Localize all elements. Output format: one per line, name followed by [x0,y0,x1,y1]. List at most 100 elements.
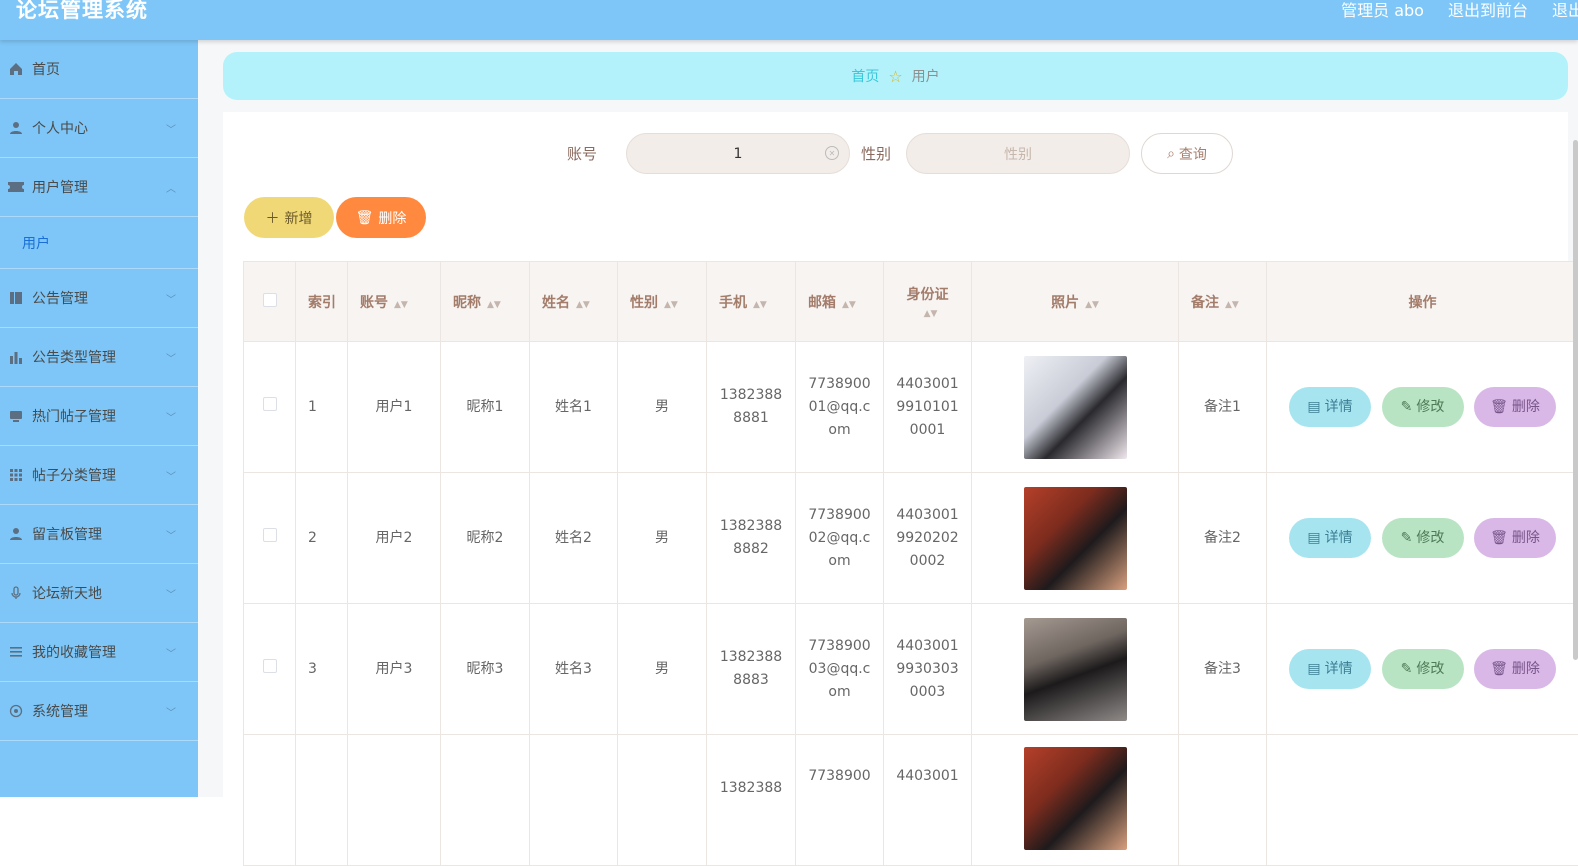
col-phone[interactable]: 手机▲▼ [707,262,796,342]
detail-button[interactable]: ▤详情 [1289,649,1371,689]
cell-nickname [441,735,530,866]
sort-icon[interactable]: ▲▼ [1085,300,1099,310]
row-delete-button[interactable]: 🗑删除 [1474,387,1556,427]
sidebar-item-notice-type[interactable]: 公告类型管理 ﹀ [0,328,198,387]
sort-icon[interactable]: ▲▼ [576,300,590,310]
scrollbar[interactable] [1573,140,1578,660]
detail-button[interactable]: ▤详情 [1289,518,1371,558]
sidebar-item-system[interactable]: 系统管理 ﹀ [0,682,198,741]
col-idcard[interactable]: 身份证▲▼ [884,262,972,342]
back-to-front-link[interactable]: 退出到前台 [1448,0,1528,21]
cell-email: 7738900 [796,735,884,866]
row-checkbox[interactable] [263,528,277,542]
pencil-icon: ✎ [1401,396,1413,419]
table-row: 3 用户3 昵称3 姓名3 男 13823888883 773890003@qq… [244,604,1578,735]
batch-delete-button[interactable]: 🗑 删除 [336,197,426,238]
cell-nickname: 昵称3 [441,604,530,735]
edit-button[interactable]: ✎修改 [1382,518,1464,558]
col-name[interactable]: 姓名▲▼ [530,262,618,342]
sidebar-item-label: 论坛新天地 [32,583,102,603]
col-label: 昵称 [453,295,481,311]
edit-button[interactable]: ✎修改 [1382,387,1464,427]
col-note[interactable]: 备注▲▼ [1179,262,1267,342]
gender-label: 性别 [861,143,891,164]
cell-phone: 13823888882 [707,473,796,604]
delete-label: 删除 [1512,658,1540,681]
chevron-down-icon: ﹀ [166,704,176,719]
user-photo[interactable] [1024,356,1127,459]
chevron-down-icon: ﹀ [166,645,176,660]
breadcrumb-home[interactable]: 首页 [851,66,879,86]
sidebar-item-favorites[interactable]: 我的收藏管理 ﹀ [0,623,198,682]
delete-label: 删除 [1512,527,1540,550]
sort-icon[interactable]: ▲▼ [842,300,856,310]
email-text: 773890003@qq.com [808,635,872,704]
user-photo[interactable] [1024,747,1127,850]
row-select-cell[interactable] [244,735,296,866]
clear-icon[interactable]: ✕ [825,146,839,160]
cell-account: 用户3 [348,604,441,735]
row-delete-button[interactable]: 🗑删除 [1474,649,1556,689]
sort-icon[interactable]: ▲▼ [924,309,938,319]
edit-button[interactable]: ✎修改 [1382,649,1464,689]
idcard-text: 440300199303030003 [896,635,960,704]
sidebar-item-label: 个人中心 [32,118,88,138]
sidebar-item-user-mgmt[interactable]: 用户管理 ︿ [0,158,198,217]
row-select-cell[interactable] [244,342,296,473]
sidebar: 首页 个人中心 ﹀ 用户管理 ︿ 用户 公告管理 ﹀ 公告类型管理 ﹀ 热门帖子… [0,40,198,797]
sort-icon[interactable]: ▲▼ [394,300,408,310]
select-all-cell[interactable] [244,262,296,342]
sidebar-item-label: 首页 [32,59,60,79]
add-button[interactable]: ＋ 新增 [244,197,334,238]
sidebar-item-users[interactable]: 用户 [0,217,198,269]
sidebar-item-message-board[interactable]: 留言板管理 ﹀ [0,505,198,564]
gender-select[interactable]: 性别 [906,133,1130,174]
sidebar-item-hot-posts[interactable]: 热门帖子管理 ﹀ [0,387,198,446]
trash-icon: 🗑 [1490,396,1508,419]
idcard-text: 4403001 [896,765,960,788]
cell-name: 姓名1 [530,342,618,473]
sidebar-item-forum-world[interactable]: 论坛新天地 ﹀ [0,564,198,623]
col-label: 账号 [360,295,388,311]
sidebar-item-label: 用户管理 [32,177,88,197]
detail-label: 详情 [1325,396,1353,419]
col-account[interactable]: 账号 ▲▼ [348,262,441,342]
col-nickname[interactable]: 昵称 ▲▼ [441,262,530,342]
cell-idcard: 440300199303030003 [884,604,972,735]
query-button[interactable]: ⌕ 查询 [1141,133,1233,174]
row-checkbox[interactable] [263,659,277,673]
cell-note: 备注1 [1179,342,1267,473]
sidebar-item-home[interactable]: 首页 [0,40,198,99]
sidebar-item-post-category[interactable]: 帖子分类管理 ﹀ [0,446,198,505]
col-gender[interactable]: 性别▲▼ [618,262,707,342]
logout-link[interactable]: 退出 [1552,0,1578,21]
row-checkbox[interactable] [263,397,277,411]
sort-icon[interactable]: ▲▼ [1225,300,1239,310]
ticket-icon [8,179,24,195]
cell-idcard: 440300199202020002 [884,473,972,604]
detail-button[interactable]: ▤详情 [1289,387,1371,427]
select-all-checkbox[interactable] [263,293,277,307]
col-photo[interactable]: 照片▲▼ [972,262,1179,342]
col-email[interactable]: 邮箱▲▼ [796,262,884,342]
book-icon [8,290,24,306]
cell-ops [1267,735,1578,866]
sidebar-item-notice[interactable]: 公告管理 ﹀ [0,269,198,328]
row-delete-button[interactable]: 🗑删除 [1474,518,1556,558]
row-select-cell[interactable] [244,473,296,604]
user-photo[interactable] [1024,618,1127,721]
pencil-icon: ✎ [1401,527,1413,550]
sidebar-item-profile[interactable]: 个人中心 ﹀ [0,99,198,158]
account-input[interactable]: 1 ✕ [626,133,850,174]
sort-icon[interactable]: ▲▼ [487,300,501,310]
user-photo[interactable] [1024,487,1127,590]
sort-icon[interactable]: ▲▼ [753,300,767,310]
gender-placeholder: 性别 [1004,144,1032,164]
sort-icon[interactable]: ▲▼ [664,300,678,310]
cell-phone: 13823888881 [707,342,796,473]
row-select-cell[interactable] [244,604,296,735]
delete-label: 删除 [1512,396,1540,419]
admin-label[interactable]: 管理员 abo [1341,0,1424,21]
table-header-row: 索引 账号▲▼ 昵称▲▼ 姓名▲▼ 性别▲▼ 手机▲▼ 邮箱▲▼ 身份证▲▼ 照… [244,262,1578,342]
cell-photo [972,342,1179,473]
